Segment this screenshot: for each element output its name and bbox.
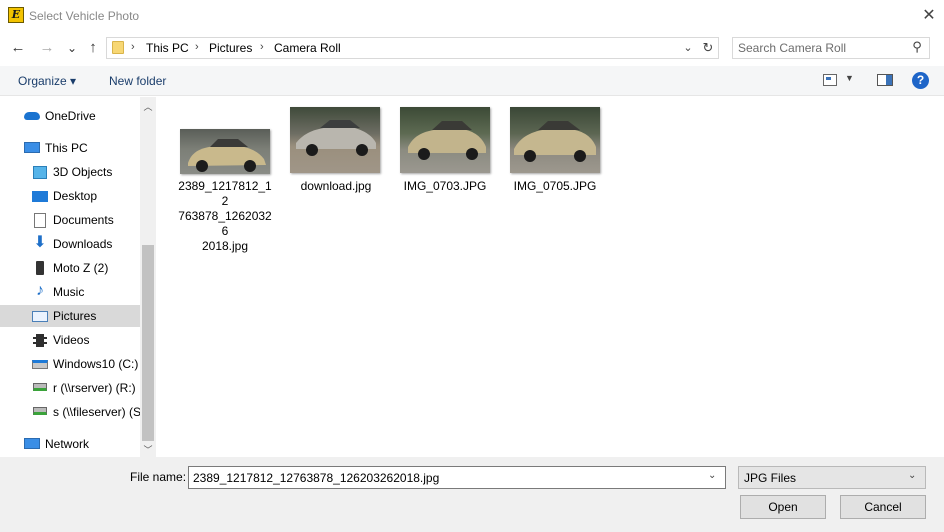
car-image [188,139,266,172]
file-item[interactable]: 2389_1217812_12 763878_12620326 2018.jpg [175,125,275,253]
sidebar-item-fileserver[interactable]: s (\\fileserver) (S [0,401,140,423]
file-name-input[interactable]: 2389_1217812_12763878_126203262018.jpg [188,466,726,489]
open-button[interactable]: Open [740,495,826,519]
search-input[interactable]: Search Camera Roll [738,41,846,55]
breadcrumb-separator: › [131,41,135,53]
sidebar-item-documents[interactable]: Documents [0,209,140,231]
sidebar-item-label: OneDrive [45,109,96,123]
network-drive-icon [33,407,47,415]
sidebar-item-label: Music [53,285,85,299]
sidebar-item-onedrive[interactable]: OneDrive [0,105,140,127]
forward-button[interactable]: → [37,38,57,58]
sidebar-item-label: Downloads [53,237,113,251]
folder-icon [112,41,124,54]
sidebar-item-music[interactable]: Music [0,281,140,303]
car-image [296,120,376,156]
close-icon[interactable]: ✕ [918,5,940,27]
drive-icon [32,360,48,369]
organize-button[interactable]: Organize ▾ [18,74,76,88]
recent-locations-button[interactable]: ⌄ [62,38,82,58]
sidebar-item-videos[interactable]: Videos [0,329,140,351]
file-name: IMG_0703.JPG [403,179,487,193]
download-icon: ⬇ [33,234,47,251]
cancel-button[interactable]: Cancel [840,495,926,519]
window-title: Select Vehicle Photo [29,9,140,23]
file-item[interactable]: download.jpg [286,106,386,201]
scroll-up-icon[interactable]: ︿ [141,100,155,112]
video-icon [33,334,47,347]
chevron-down-icon[interactable]: ⌄ [908,470,916,481]
pictures-icon [32,311,48,322]
document-icon [34,213,46,228]
help-icon[interactable]: ? [912,72,929,89]
sidebar-item-label: Windows10 (C:) [53,357,139,371]
file-thumbnail [400,107,490,173]
sidebar-item-network[interactable]: Network [0,433,140,455]
file-item[interactable]: IMG_0705.JPG [505,106,605,201]
breadcrumb-separator: › [195,41,199,53]
breadcrumb-this-pc[interactable]: This PC [146,41,189,55]
sidebar-item-label: Network [45,437,90,451]
sidebar-item-rserver[interactable]: r (\\rserver) (R:) [0,377,140,399]
chevron-down-icon[interactable]: ⌄ [708,470,716,481]
music-icon: ♪ [36,282,44,299]
sidebar-item-label: Desktop [53,189,98,203]
file-thumbnail [510,107,600,173]
sidebar-item-pictures[interactable]: Pictures [0,305,140,327]
sidebar-item-label: Videos [53,333,90,347]
breadcrumb-pictures[interactable]: Pictures [209,41,252,55]
refresh-icon[interactable]: ↻ [700,40,716,56]
sidebar-item-label: This PC [45,141,88,155]
back-button[interactable]: ← [8,38,28,58]
up-button[interactable]: ↑ [83,38,103,58]
scrollbar-thumb[interactable] [142,245,154,441]
sidebar-item-label: Pictures [53,309,97,323]
breadcrumb-separator: › [260,41,264,53]
chevron-down-icon[interactable]: ⌄ [680,40,696,56]
new-folder-button[interactable]: New folder [109,74,166,88]
file-thumbnail [180,129,270,174]
file-thumbnail [290,107,380,173]
network-icon [24,438,40,449]
chevron-down-icon[interactable]: ▼ [845,73,854,83]
sidebar-item-label: Documents [53,213,114,227]
file-name: IMG_0705.JPG [513,179,597,193]
file-name-label: File name: [130,470,187,484]
preview-pane-icon[interactable] [877,74,893,86]
file-name: 2389_1217812_12 763878_12620326 2018.jpg [178,179,272,253]
scroll-down-icon[interactable]: ﹀ [141,443,155,455]
sidebar-item-downloads[interactable]: Downloads [0,233,140,255]
title-bar [0,0,944,32]
sidebar-item-label: 3D Objects [53,165,113,179]
sidebar-item-label: r (\\rserver) (R:) [53,381,136,395]
sidebar-item-windows10-c[interactable]: Windows10 (C:) [0,353,140,375]
desktop-icon [32,191,48,202]
car-image [514,121,596,162]
search-icon[interactable]: ⚲ [910,40,924,54]
car-image [408,121,486,160]
cube-icon [33,166,47,179]
file-type-select[interactable]: JPG Files [738,466,926,489]
breadcrumb-camera-roll[interactable]: Camera Roll [274,41,341,55]
phone-icon [36,261,44,275]
app-icon: E [8,7,24,23]
file-item[interactable]: IMG_0703.JPG [395,106,495,201]
cloud-icon [24,112,40,120]
sidebar-item-moto-z[interactable]: Moto Z (2) [0,257,140,279]
sidebar-item-label: s (\\fileserver) (S [53,405,140,419]
network-drive-icon [33,383,47,391]
sidebar-item-desktop[interactable]: Desktop [0,185,140,207]
computer-icon [24,142,40,153]
sidebar-item-this-pc[interactable]: This PC [0,137,140,159]
sidebar-item-3d-objects[interactable]: 3D Objects [0,161,140,183]
file-name: download.jpg [300,179,372,193]
view-options-icon[interactable] [823,74,837,86]
sidebar-item-label: Moto Z (2) [53,261,109,275]
